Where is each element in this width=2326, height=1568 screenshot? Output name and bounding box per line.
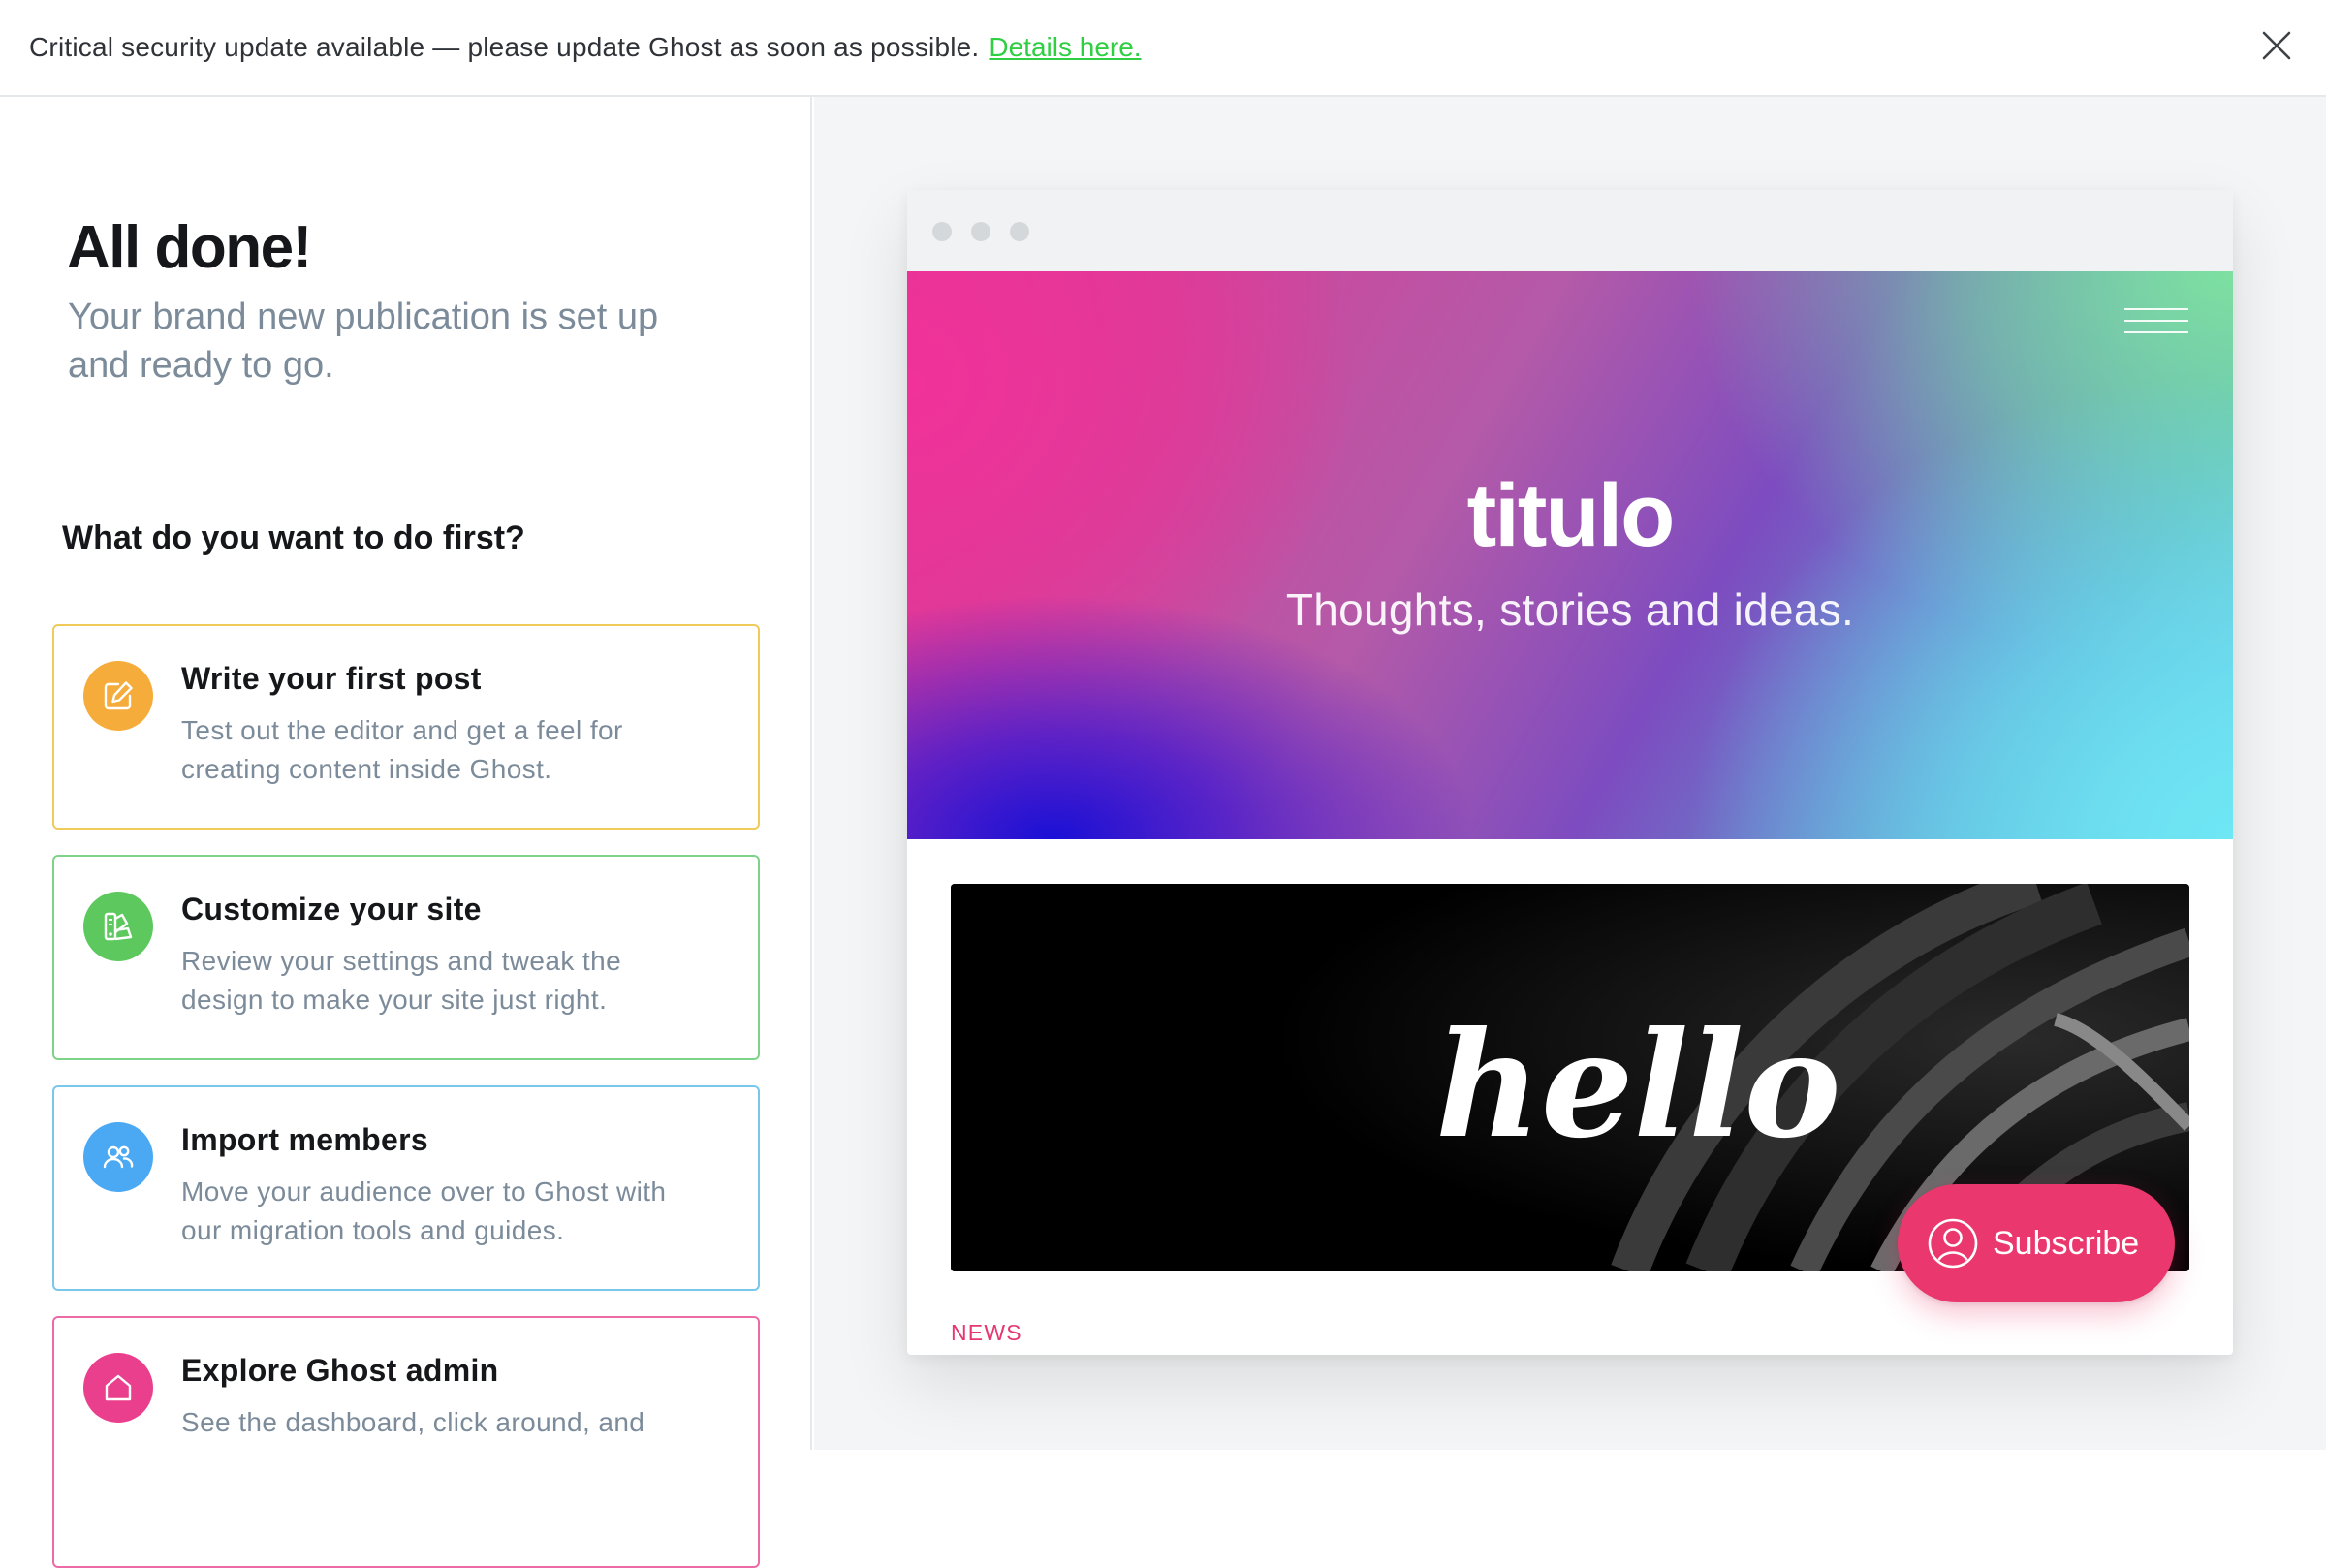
window-dot — [1010, 222, 1029, 241]
site-title: titulo — [1466, 466, 1676, 565]
card-description: Review your settings and tweak the desig… — [181, 946, 622, 1015]
card-title: Write your first post — [181, 661, 482, 696]
card-description: Test out the editor and get a feel for c… — [181, 715, 623, 784]
import-members-card[interactable]: Import members Move your audience over t… — [52, 1085, 760, 1291]
feature-image-text: hello — [1435, 1000, 1841, 1171]
user-circle-icon — [1928, 1218, 1978, 1269]
site-preview-browser: titulo Thoughts, stories and ideas. hell… — [907, 190, 2233, 1355]
write-first-post-card[interactable]: Write your first post Test out the edito… — [52, 624, 760, 830]
window-dot — [932, 222, 952, 241]
pencil-edit-icon — [83, 661, 153, 731]
close-icon[interactable] — [2260, 29, 2293, 62]
post-tag[interactable]: NEWS — [951, 1320, 1022, 1346]
card-title: Import members — [181, 1122, 428, 1157]
banner-details-link[interactable]: Details here. — [989, 32, 1141, 63]
home-icon — [83, 1353, 153, 1423]
security-update-banner: Critical security update available — ple… — [0, 0, 2326, 97]
site-header-hero: titulo Thoughts, stories and ideas. — [907, 271, 2233, 839]
explore-admin-card[interactable]: Explore Ghost admin See the dashboard, c… — [52, 1316, 760, 1568]
paint-palette-icon — [83, 892, 153, 961]
banner-message: Critical security update available — ple… — [29, 32, 980, 62]
menu-icon[interactable] — [2124, 308, 2188, 335]
page-title: All done! — [67, 214, 312, 281]
card-title: Customize your site — [181, 892, 482, 926]
card-description: See the dashboard, click around, and — [181, 1407, 645, 1437]
subscribe-button[interactable]: Subscribe — [1898, 1184, 2175, 1302]
browser-chrome — [907, 190, 2233, 271]
onboarding-panel: All done! Your brand new publication is … — [0, 97, 812, 1568]
customize-site-card[interactable]: Customize your site Review your settings… — [52, 855, 760, 1060]
page-subtitle: Your brand new publication is set up and… — [68, 297, 659, 386]
site-description: Thoughts, stories and ideas. — [1285, 584, 1855, 635]
card-title: Explore Ghost admin — [181, 1353, 499, 1388]
subscribe-label: Subscribe — [1993, 1224, 2140, 1262]
window-dot — [971, 222, 990, 241]
next-steps-heading: What do you want to do first? — [62, 519, 525, 556]
card-description: Move your audience over to Ghost with ou… — [181, 1176, 667, 1245]
members-icon — [83, 1122, 153, 1192]
